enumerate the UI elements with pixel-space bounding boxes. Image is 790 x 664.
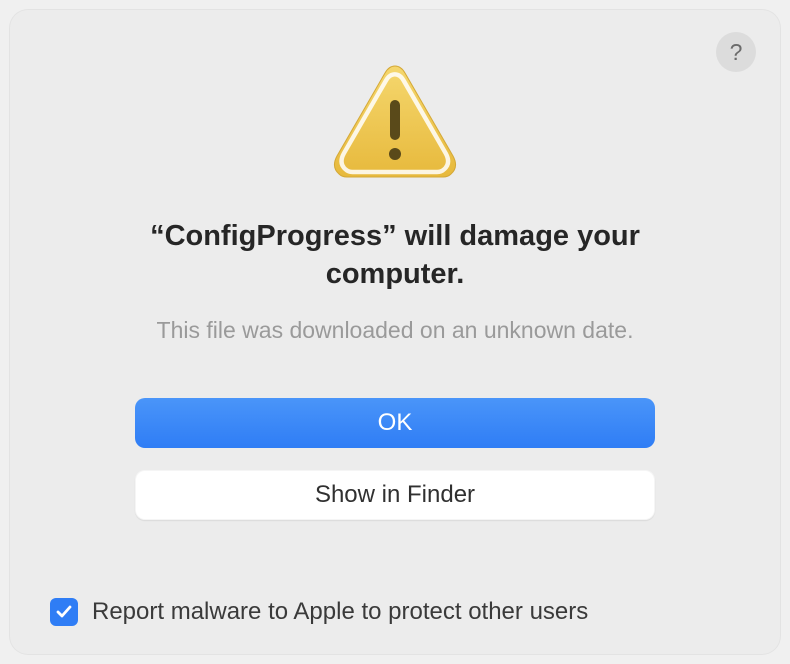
show-in-finder-button[interactable]: Show in Finder [135,470,655,520]
question-mark-icon: ? [730,39,743,66]
dialog-subtitle: This file was downloaded on an unknown d… [157,317,634,344]
report-malware-row: Report malware to Apple to protect other… [50,598,588,626]
ok-button-label: OK [378,409,413,437]
ok-button[interactable]: OK [135,398,655,448]
dialog-title: “ConfigProgress” will damage your comput… [95,218,695,293]
report-malware-checkbox[interactable] [50,598,78,626]
alert-dialog: ? “ConfigProgress” will damage your comp… [10,10,780,654]
warning-icon [330,56,460,186]
help-button[interactable]: ? [716,32,756,72]
checkmark-icon [55,603,73,621]
show-in-finder-label: Show in Finder [315,481,475,509]
report-malware-label: Report malware to Apple to protect other… [92,598,588,626]
button-container: OK Show in Finder [135,398,655,520]
